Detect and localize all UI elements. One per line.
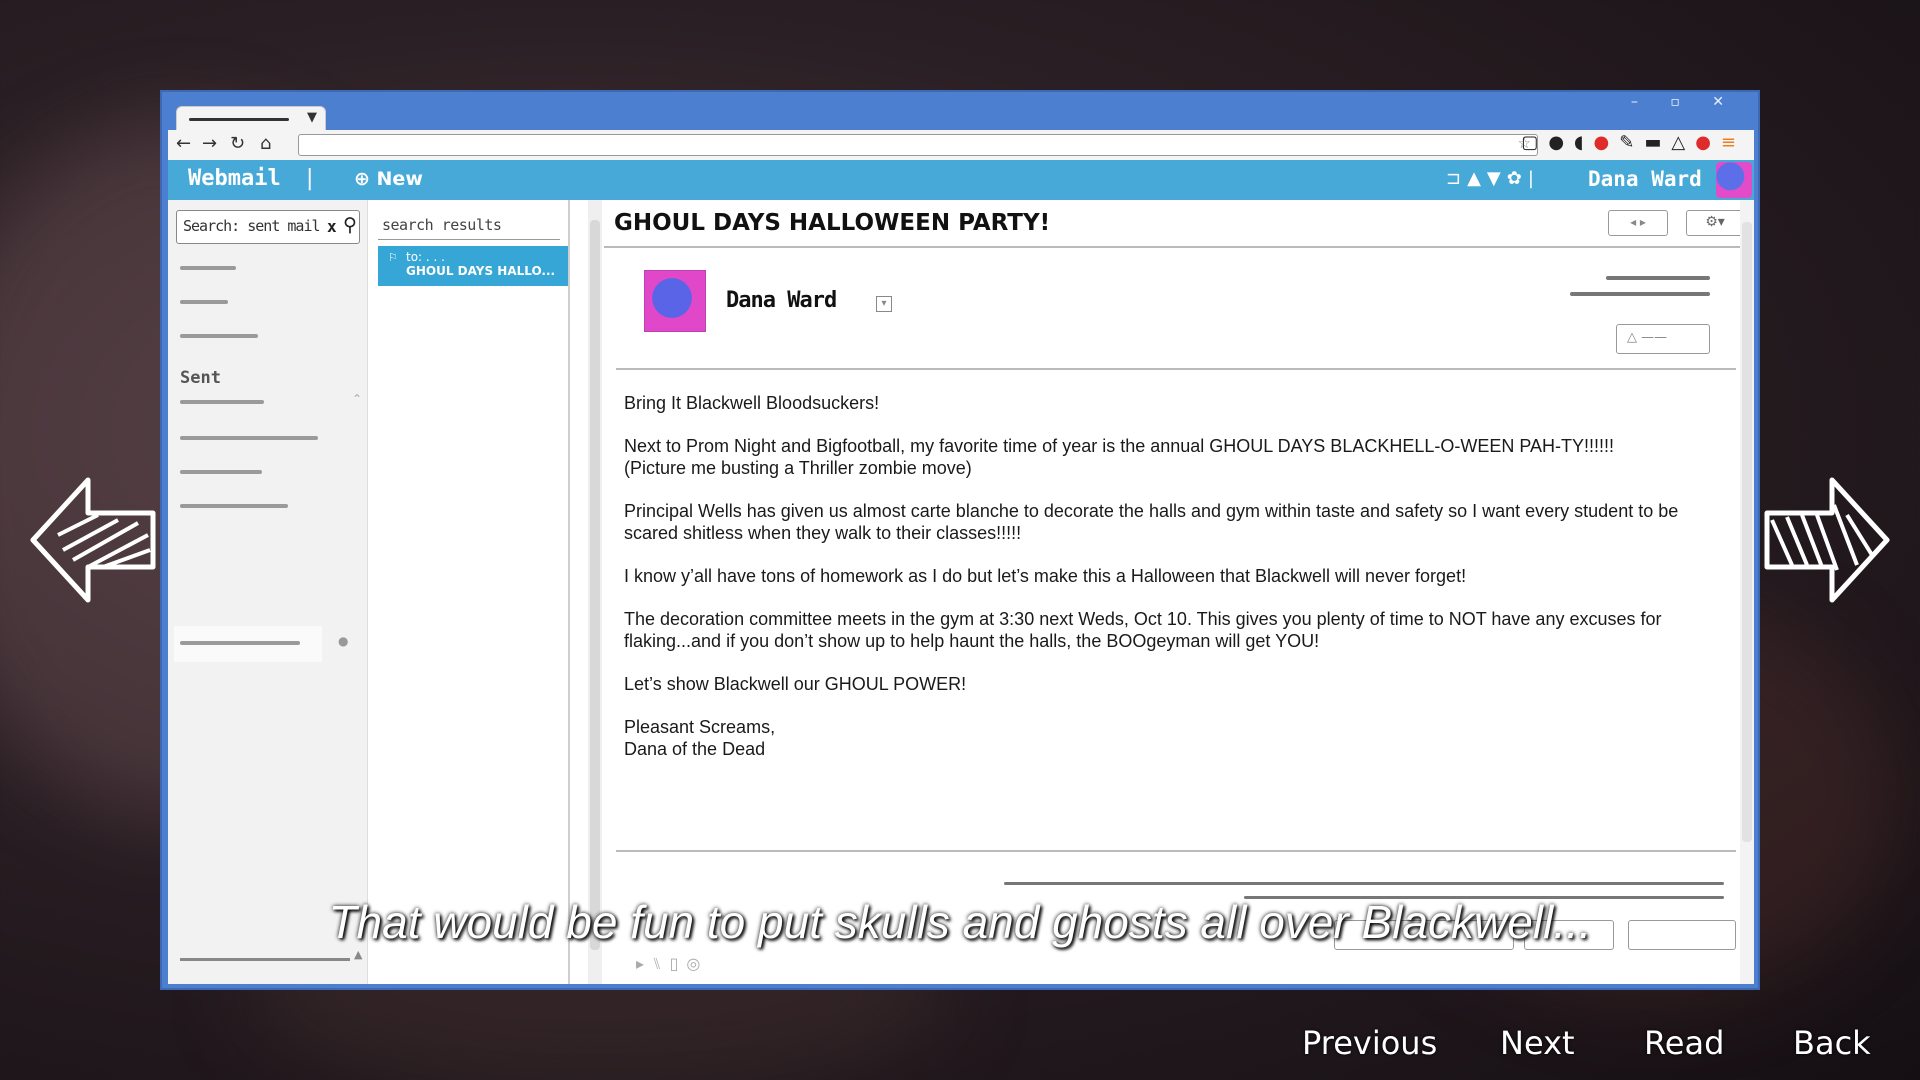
extension-icons[interactable]: ▢●◖●✎▬△●≡ (1521, 132, 1746, 153)
search-results-header: search results (378, 212, 560, 240)
add-folder-scribble (180, 641, 300, 645)
clear-search-icon[interactable]: x (327, 217, 337, 236)
previous-button[interactable]: Previous (1302, 1024, 1437, 1062)
tab-close-icon[interactable]: ▼ (307, 110, 317, 125)
message-pager[interactable]: ◂ ▸ (1608, 210, 1668, 236)
list-item-recipient: to: . . . (406, 250, 445, 264)
browser-window: – ▫ ✕ ▼ ← → ↻ ⌂ ☆ ▢●◖●✎▬△●≡ Webmail | ⊕ … (160, 90, 1760, 990)
scrollbar-thumb[interactable] (1742, 222, 1752, 842)
sender-avatar[interactable] (644, 270, 706, 332)
email-subject: GHOUL DAYS HALLOWEEN PARTY! (614, 210, 1051, 236)
reply-button[interactable]: △ —— (1616, 324, 1710, 354)
body-paragraph: Let’s show Blackwell our GHOUL POWER! (624, 674, 967, 694)
body-paragraph: The decoration committee meets in the gy… (624, 609, 1662, 651)
body-paragraph: Principal Wells has given us almost cart… (624, 501, 1679, 543)
folder-options-icon[interactable]: ● (338, 634, 348, 648)
new-message-button[interactable]: ⊕ New (354, 168, 423, 190)
browser-toolbar: ← → ↻ ⌂ ☆ ▢●◖●✎▬△●≡ (168, 130, 1754, 160)
search-input[interactable]: Search: sent mail x ⚲ (176, 210, 360, 244)
divider (616, 368, 1736, 370)
sidebar-footer-scribble (180, 958, 350, 961)
folder-item-labels[interactable] (180, 470, 262, 474)
browser-tab[interactable]: ▼ (176, 106, 326, 132)
appbar-action-icons[interactable]: ⊐▲▼✿| (1446, 168, 1540, 189)
email-date-scribble (1606, 276, 1710, 280)
folder-item-inbox[interactable] (180, 266, 236, 270)
email-body: Bring It Blackwell Bloodsuckers! Next to… (624, 392, 1724, 781)
sender-name[interactable]: Dana Ward (726, 288, 837, 313)
reload-icon[interactable]: ↻ (230, 133, 245, 154)
folder-item-more[interactable] (180, 400, 264, 404)
webmail-app-bar: Webmail | ⊕ New ⊐▲▼✿| Dana Ward (168, 160, 1754, 200)
window-controls[interactable]: – ▫ ✕ (1631, 94, 1738, 110)
folder-item-chats[interactable] (180, 504, 288, 508)
body-paragraph: Next to Prom Night and Bigfootball, my f… (624, 436, 1615, 478)
user-avatar[interactable] (1716, 162, 1752, 198)
scrollbar-thumb[interactable] (590, 220, 600, 950)
collapse-chevron-icon[interactable]: ⌃ (352, 392, 362, 406)
reading-pane-scrollbar[interactable] (1740, 200, 1754, 984)
home-icon[interactable]: ⌂ (260, 133, 271, 154)
app-title[interactable]: Webmail (188, 166, 281, 191)
folder-item-add[interactable] (174, 626, 322, 662)
quoted-text-scribble (1004, 882, 1724, 885)
settings-gear-icon[interactable]: ⚙▾ (1686, 210, 1744, 236)
body-paragraph: Pleasant Screams, Dana of the Dead (624, 717, 776, 759)
webmail-content: Search: sent mail x ⚲ Sent ⌃ ● ▲ search … (168, 200, 1754, 984)
divider (604, 246, 1754, 248)
email-recipients-scribble (1570, 292, 1710, 296)
forward-icon[interactable]: → (202, 133, 217, 154)
folder-sidebar: Search: sent mail x ⚲ Sent ⌃ ● ▲ (168, 200, 368, 984)
divider (616, 850, 1736, 852)
back-button[interactable]: Back (1793, 1024, 1871, 1062)
user-name[interactable]: Dana Ward (1588, 167, 1702, 191)
flag-icon[interactable]: ⚐ (388, 251, 398, 264)
previous-arrow-icon[interactable] (28, 475, 158, 605)
dialogue-subtitle: That would be fun to put skulls and ghos… (328, 896, 1592, 948)
sender-details-chevron-icon[interactable]: ▾ (876, 296, 892, 312)
tab-title-scribble (189, 118, 289, 121)
folder-item-starred[interactable] (180, 300, 228, 304)
app-separator: | (306, 166, 314, 191)
list-item-subject: GHOUL DAYS HALLO... (406, 264, 556, 278)
search-text: Search: sent mail (183, 217, 321, 235)
body-paragraph: Bring It Blackwell Bloodsuckers! (624, 393, 880, 413)
folder-item-contacts[interactable] (180, 436, 318, 440)
next-arrow-icon[interactable] (1762, 475, 1892, 605)
address-bar[interactable]: ☆ (298, 134, 1538, 156)
message-list: search results ⚐ to: . . . GHOUL DAYS HA… (370, 200, 700, 984)
body-paragraph: I know y’all have tons of homework as I … (624, 566, 1467, 586)
next-button[interactable]: Next (1500, 1024, 1575, 1062)
list-item[interactable]: ⚐ to: . . . GHOUL DAYS HALLO... (378, 246, 568, 286)
share-button[interactable] (1628, 920, 1736, 950)
read-button[interactable]: Read (1644, 1024, 1724, 1062)
folder-item-sent[interactable]: Sent (180, 368, 221, 388)
back-icon[interactable]: ← (176, 133, 191, 154)
reading-pane: GHOUL DAYS HALLOWEEN PARTY! ◂ ▸ ⚙▾ Dana … (604, 200, 1754, 984)
search-icon[interactable]: ⚲ (343, 214, 357, 236)
folder-item-drafts[interactable] (180, 334, 258, 338)
message-list-scrollbar[interactable] (588, 200, 602, 984)
